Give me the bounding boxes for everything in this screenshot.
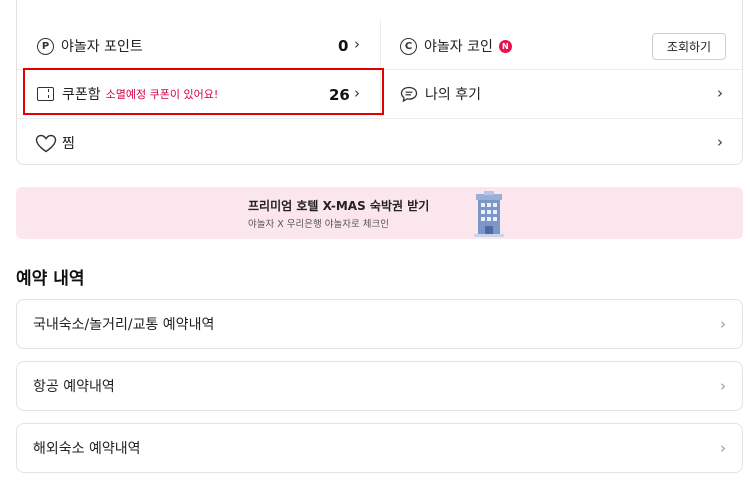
chevron-right-icon: › [720,377,726,395]
chevron-right-icon: › [720,439,726,457]
wishlist-label: 찜 [62,136,75,152]
banner-subtitle: 야놀자 X 우리은행 야놀자로 체크인 [248,219,389,230]
reservation-item-overseas[interactable]: 해외숙소 예약내역 › [16,423,743,473]
hotel-building-icon [474,191,504,237]
reservation-item-flight[interactable]: 항공 예약내역 › [16,361,743,411]
row-divider [17,118,742,119]
reservation-item-label: 해외숙소 예약내역 [33,441,141,457]
reservations-title: 예약 내역 [16,269,85,289]
new-badge: N [498,39,512,53]
chevron-right-icon[interactable]: › [717,84,723,102]
coins-row: C 야놀자 코인 N [400,35,512,57]
reservation-item-label: 항공 예약내역 [33,379,115,395]
reservation-item-domestic[interactable]: 국내숙소/놀거리/교통 예약내역 › [16,299,743,349]
reviews-row[interactable]: 나의 후기 [400,83,481,105]
coin-lookup-button[interactable]: 조회하기 [652,33,726,60]
wishlist-row[interactable]: 찜 [35,132,75,154]
banner-title: 프리미엄 호텔 X-MAS 숙박권 받기 [248,199,430,213]
speech-bubble-icon [400,86,418,102]
heart-icon [35,134,57,152]
coupon-highlight-box [23,68,384,115]
coins-label: 야놀자 코인 [424,39,493,55]
chevron-right-icon[interactable]: › [717,133,723,151]
point-icon: P [37,37,54,55]
promo-banner[interactable]: 프리미엄 호텔 X-MAS 숙박권 받기 야놀자 X 우리은행 야놀자로 체크인 [16,187,743,239]
coin-icon: C [400,37,417,55]
chevron-right-icon[interactable]: › [354,35,360,53]
reservation-item-label: 국내숙소/놀거리/교통 예약내역 [33,317,215,333]
points-label: 야놀자 포인트 [61,39,143,55]
points-value: 0 [338,37,349,55]
reviews-label: 나의 후기 [425,87,481,103]
chevron-right-icon: › [720,315,726,333]
points-row[interactable]: P 야놀자 포인트 [37,35,143,57]
